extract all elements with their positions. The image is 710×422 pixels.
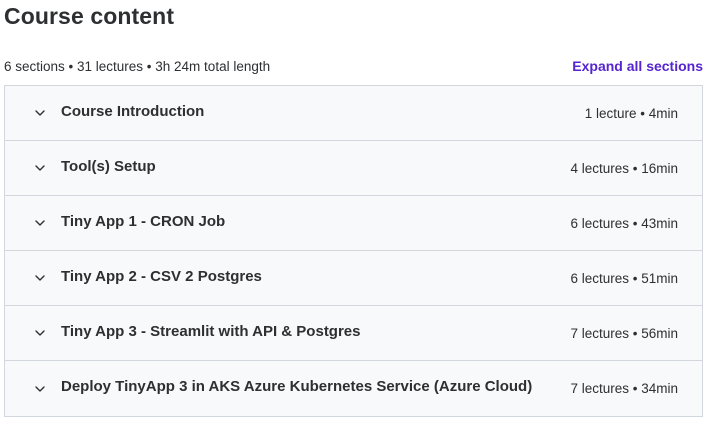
section-tools-setup[interactable]: Tool(s) Setup 4 lectures • 16min <box>5 141 702 196</box>
section-meta: 7 lectures • 34min <box>570 381 678 396</box>
section-title: Tiny App 2 - CSV 2 Postgres <box>61 267 262 285</box>
chevron-down-icon <box>33 382 47 396</box>
page-title: Course content <box>4 3 175 29</box>
section-tiny-app-3[interactable]: Tiny App 3 - Streamlit with API & Postgr… <box>5 306 702 361</box>
sections-list: Course Introduction 1 lecture • 4min Too… <box>4 85 703 417</box>
section-deploy-aks[interactable]: Deploy TinyApp 3 in AKS Azure Kubernetes… <box>5 361 702 416</box>
section-meta: 4 lectures • 16min <box>570 160 678 176</box>
section-meta: 6 lectures • 43min <box>570 215 678 231</box>
chevron-down-icon <box>33 106 47 120</box>
chevron-down-icon <box>33 216 47 230</box>
section-title: Tiny App 3 - Streamlit with API & Postgr… <box>61 322 361 340</box>
section-title: Tiny App 1 - CRON Job <box>61 212 226 230</box>
section-meta: 7 lectures • 56min <box>570 325 678 341</box>
section-course-introduction[interactable]: Course Introduction 1 lecture • 4min <box>5 86 702 141</box>
course-summary-row: 6 sections • 31 lectures • 3h 24m total … <box>4 56 704 76</box>
course-summary: 6 sections • 31 lectures • 3h 24m total … <box>4 58 271 74</box>
chevron-down-icon <box>33 161 47 175</box>
expand-all-sections-button[interactable]: Expand all sections <box>572 58 704 74</box>
section-tiny-app-2[interactable]: Tiny App 2 - CSV 2 Postgres 6 lectures •… <box>5 251 702 306</box>
section-title: Deploy TinyApp 3 in AKS Azure Kubernetes… <box>61 378 533 395</box>
section-meta: 6 lectures • 51min <box>570 270 678 286</box>
section-title: Tool(s) Setup <box>61 157 156 175</box>
chevron-down-icon <box>33 326 47 340</box>
section-meta: 1 lecture • 4min <box>584 105 678 121</box>
chevron-down-icon <box>33 271 47 285</box>
section-title: Course Introduction <box>61 102 205 120</box>
section-tiny-app-1[interactable]: Tiny App 1 - CRON Job 6 lectures • 43min <box>5 196 702 251</box>
